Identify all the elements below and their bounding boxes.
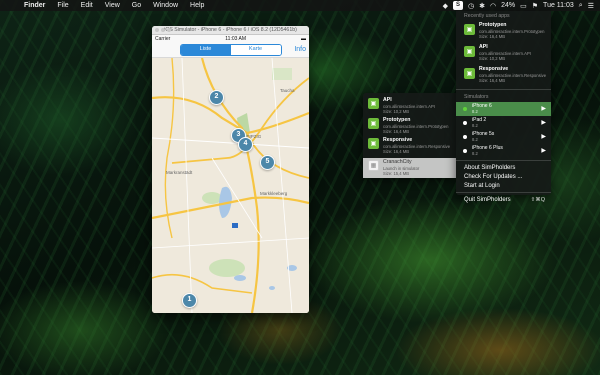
clock[interactable]: Tue 11:03: [543, 2, 574, 9]
recent-app-api[interactable]: ▣ API com.allinteractive.intern.API Size…: [456, 43, 551, 65]
menu-edit[interactable]: Edit: [75, 2, 99, 9]
map-label-markranstaedt: Markranstädt: [166, 170, 193, 175]
submenu-arrow-icon: ▶: [541, 148, 546, 154]
zoom-button[interactable]: [167, 28, 171, 32]
quit-menu-item[interactable]: Quit SimPholders ⇧⌘Q: [456, 195, 551, 204]
segment-liste[interactable]: Liste: [180, 45, 231, 55]
bullet-icon: [463, 149, 467, 153]
app-icon: ▣: [464, 24, 475, 35]
status-area: ◆ S ◷ ✱ ◠ 24% ▭ ⚑ Tue 11:03 ⌕ ☰: [443, 1, 600, 10]
simulator-iphone-6[interactable]: iPhone 6 8.2 ▶: [456, 102, 551, 116]
map-label-taucha: Taucha: [280, 88, 295, 93]
simulator-version: 8.2: [472, 137, 478, 142]
close-button[interactable]: [155, 28, 159, 32]
segmented-control: Liste Karte: [179, 44, 282, 56]
app-size: Size: 16,4 MB: [479, 78, 506, 84]
map-view[interactable]: Markranstädt Markkleeberg Taucha LEIPZIG…: [152, 58, 309, 313]
simulator-ipad-2[interactable]: iPad 2 8.2 ▶: [456, 116, 551, 130]
submenu-app-api[interactable]: ▣ API com.allinteractive.intern.API Size…: [363, 96, 456, 116]
menu-window[interactable]: Window: [147, 2, 184, 9]
recent-app-responsive[interactable]: ▣ Responsive com.allinteractive.intern.R…: [456, 65, 551, 87]
wifi-icon[interactable]: ◠: [490, 2, 496, 10]
bluetooth-icon[interactable]: ✱: [479, 2, 485, 10]
submenu-app-responsive[interactable]: ▣ Responsive com.allinteractive.intern.R…: [363, 136, 456, 156]
window-controls: [155, 28, 171, 32]
search-icon[interactable]: ⌕: [579, 2, 583, 10]
app-size: Size: 15,4 MB: [383, 171, 410, 177]
menu-go[interactable]: Go: [126, 2, 147, 9]
simulator-title: iOS Simulator - iPhone 6 - iPhone 6 / iO…: [164, 27, 297, 33]
running-indicator-icon: [463, 107, 467, 111]
map-pin-4[interactable]: 4: [238, 137, 253, 152]
submenu-app-cranachcity[interactable]: ▦ CranachCity Launch in simulator Size: …: [363, 158, 456, 178]
simulator-window: iOS Simulator - iPhone 6 - iPhone 6 / iO…: [152, 26, 309, 313]
flag-icon[interactable]: ⚑: [532, 2, 538, 10]
simulators-header: Simulators: [464, 94, 489, 100]
map-roads: [152, 58, 309, 313]
simulator-version: 8.2: [472, 151, 478, 156]
app-size: Size: 16,4 MB: [383, 149, 410, 155]
submenu-arrow-icon: ▶: [541, 106, 546, 112]
start-at-login-menu-item[interactable]: Start at Login: [456, 181, 551, 190]
separator: [456, 89, 551, 90]
submenu-arrow-icon: ▶: [541, 134, 546, 140]
simulator-iphone-6-plus[interactable]: iPhone 6 Plus 8.2 ▶: [456, 144, 551, 158]
ios-nav-bar: Liste Karte Info: [152, 43, 309, 58]
app-icon: ▣: [368, 118, 379, 129]
menu-bar: Finder File Edit View Go Window Help ◆ S…: [0, 0, 600, 11]
recent-apps-header: Recently used apps: [464, 13, 510, 19]
segment-karte[interactable]: Karte: [230, 45, 281, 55]
notification-center-icon[interactable]: ☰: [588, 2, 594, 10]
app-size: Size: 16,4 MB: [383, 129, 410, 135]
submenu-app-prototypen[interactable]: ▣ Prototypen com.allinteractive.intern.P…: [363, 116, 456, 136]
info-button[interactable]: Info: [294, 46, 306, 53]
carrier-label: Carrier: [155, 36, 171, 42]
simulator-iphone-5s[interactable]: iPhone 5s 8.2 ▶: [456, 130, 551, 144]
simulator-version: 8.2: [472, 123, 478, 128]
bullet-icon: [463, 135, 467, 139]
simulator-titlebar[interactable]: iOS Simulator - iPhone 6 - iPhone 6 / iO…: [152, 26, 309, 35]
quit-shortcut: ⇧⌘Q: [530, 197, 545, 203]
check-updates-menu-item[interactable]: Check For Updates ...: [456, 172, 551, 181]
map-pin-2[interactable]: 2: [209, 90, 224, 105]
battery-icon[interactable]: ▭: [520, 2, 527, 10]
about-menu-item[interactable]: About SimPholders: [456, 163, 551, 172]
app-icon: ▣: [368, 138, 379, 149]
ios-status-bar: Carrier 11:03 AM ▬: [152, 35, 309, 43]
menu-help[interactable]: Help: [184, 2, 210, 9]
time-machine-icon[interactable]: ◷: [468, 2, 474, 10]
app-icon: ▦: [368, 160, 379, 171]
simpholders-icon[interactable]: S: [453, 1, 464, 10]
app-icon: ▣: [464, 68, 475, 79]
simulator-apps-submenu: ▣ API com.allinteractive.intern.API Size…: [363, 93, 456, 178]
simpholders-dropdown: Recently used apps ▣ Prototypen com.alli…: [456, 11, 551, 203]
menu-file[interactable]: File: [51, 2, 74, 9]
app-icon: ▣: [368, 98, 379, 109]
ios-time: 11:03 AM: [225, 36, 247, 42]
app-size: Size: 10,2 MB: [479, 56, 506, 62]
recent-app-prototypen[interactable]: ▣ Prototypen com.allinteractive.intern.P…: [456, 21, 551, 43]
map-pin-1[interactable]: 1: [182, 293, 197, 308]
quit-label: Quit SimPholders: [464, 197, 511, 203]
menu-finder[interactable]: Finder: [18, 2, 51, 9]
app-size: Size: 10,2 MB: [383, 109, 410, 115]
separator: [456, 192, 551, 193]
map-pin-5[interactable]: 5: [260, 155, 275, 170]
separator: [456, 160, 551, 161]
dropbox-icon[interactable]: ◆: [443, 2, 448, 10]
submenu-arrow-icon: ▶: [541, 120, 546, 126]
battery-percent[interactable]: 24%: [501, 2, 515, 9]
ios-battery-icon: ▬: [300, 36, 306, 42]
minimize-button[interactable]: [161, 28, 165, 32]
app-icon: ▣: [464, 46, 475, 57]
map-label-markkleeberg: Markkleeberg: [260, 191, 288, 196]
simulator-version: 8.2: [472, 109, 478, 114]
app-size: Size: 16,4 MB: [479, 34, 506, 40]
bullet-icon: [463, 121, 467, 125]
menu-view[interactable]: View: [99, 2, 126, 9]
